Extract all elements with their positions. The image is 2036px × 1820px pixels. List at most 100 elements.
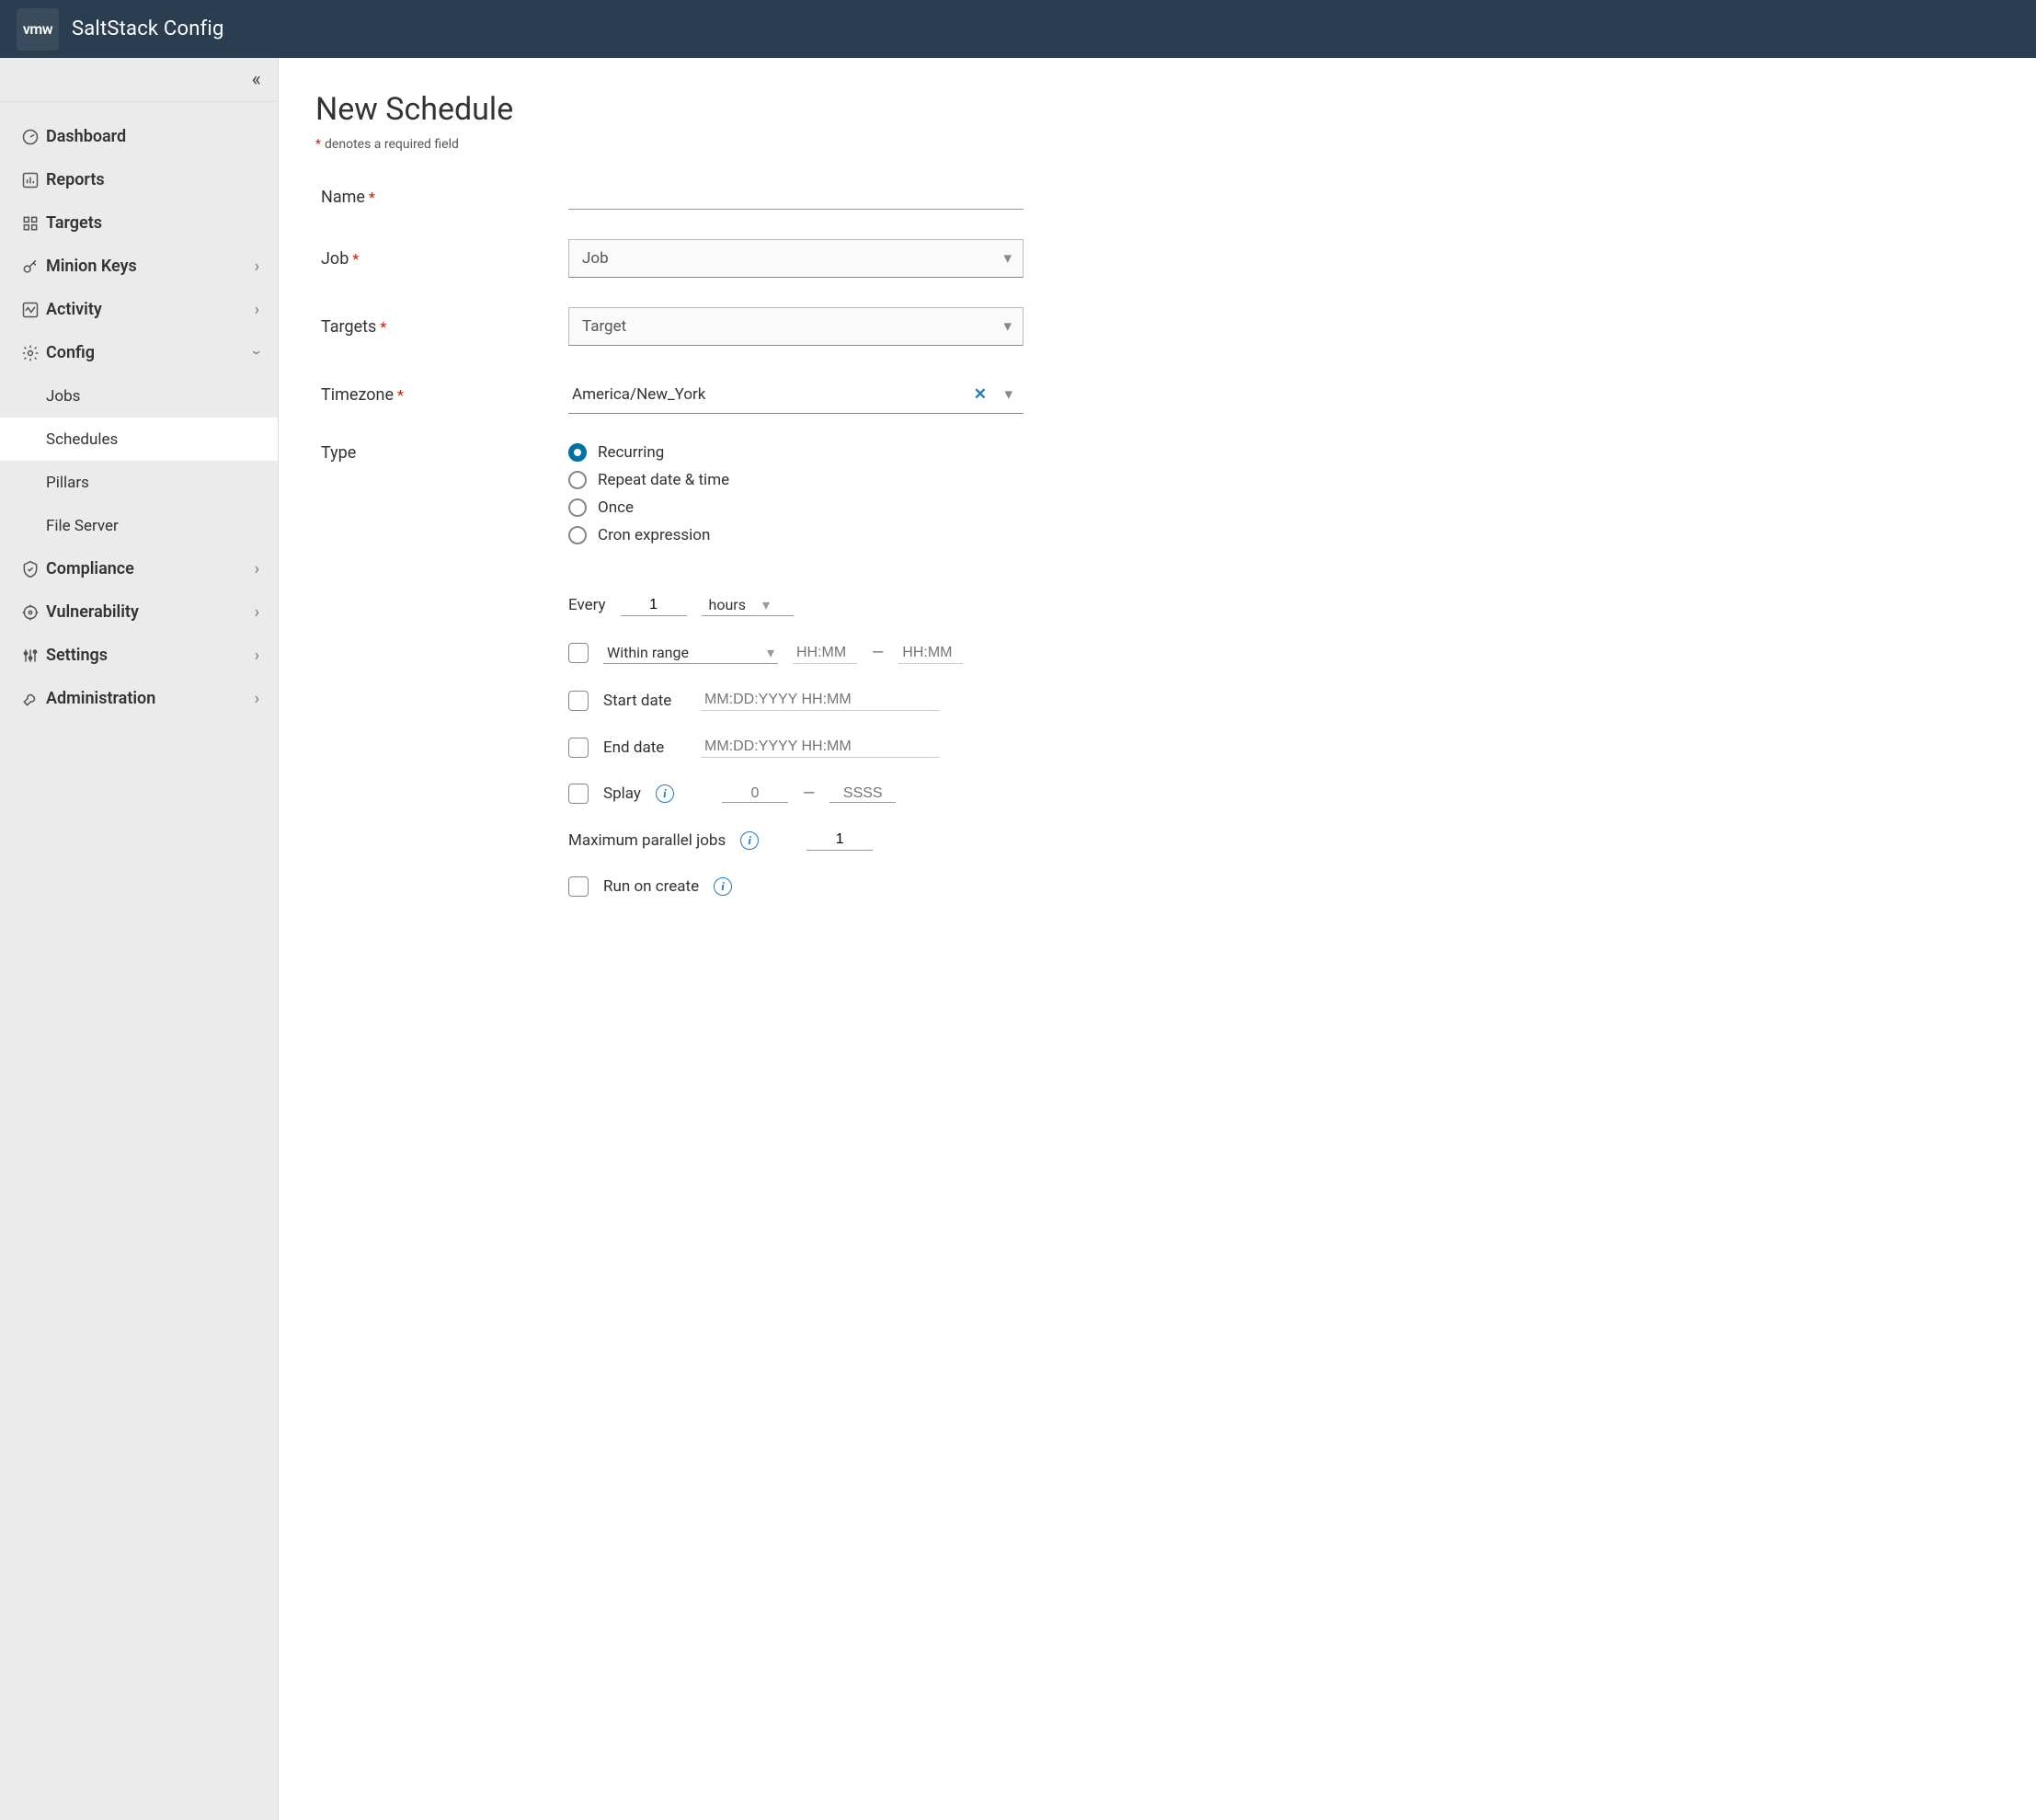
- max-parallel-label: Maximum parallel jobs: [568, 831, 726, 850]
- end-date-label: End date: [603, 738, 686, 757]
- sidebar-item-schedules[interactable]: Schedules: [0, 418, 278, 461]
- range-label: Within range: [607, 644, 689, 661]
- name-input[interactable]: [568, 185, 1024, 210]
- targets-label: Targets*: [315, 317, 568, 337]
- name-label: Name*: [315, 188, 568, 207]
- recurring-settings: Every hours▾ Within range ▾ — Start date: [568, 574, 1047, 897]
- start-date-label: Start date: [603, 692, 686, 710]
- caret-down-icon: ▾: [762, 596, 770, 613]
- activity-icon: [18, 301, 42, 319]
- bar-chart-icon: [18, 171, 42, 189]
- info-icon[interactable]: i: [740, 831, 759, 850]
- start-date-checkbox[interactable]: [568, 691, 589, 711]
- sidebar-item-label: Dashboard: [46, 127, 126, 146]
- radio-icon: [568, 526, 587, 544]
- range-from-input[interactable]: [793, 643, 857, 664]
- sidebar-item-activity[interactable]: Activity ›: [0, 288, 278, 331]
- key-icon: [18, 258, 42, 276]
- sidebar: « Dashboard Reports Targets: [0, 58, 279, 1820]
- target-icon: [18, 603, 42, 622]
- clear-icon[interactable]: ✕: [974, 385, 987, 404]
- splay-checkbox[interactable]: [568, 784, 589, 804]
- radio-label: Repeat date & time: [598, 471, 729, 489]
- sidebar-item-reports[interactable]: Reports: [0, 158, 278, 201]
- required-note: * denotes a required field: [315, 137, 1999, 152]
- radio-icon: [568, 471, 587, 489]
- sidebar-item-label: Reports: [46, 170, 105, 189]
- radio-icon: [568, 498, 587, 517]
- sidebar-item-pillars[interactable]: Pillars: [0, 461, 278, 504]
- asterisk: *: [380, 318, 386, 336]
- end-date-input[interactable]: [701, 737, 940, 758]
- splay-to-input[interactable]: [829, 785, 896, 803]
- type-label: Type: [315, 443, 568, 463]
- sidebar-item-compliance[interactable]: Compliance ›: [0, 547, 278, 590]
- chevron-down-icon: ›: [247, 350, 267, 355]
- select-placeholder: Target: [582, 317, 626, 336]
- sidebar-item-config[interactable]: Config ›: [0, 331, 278, 374]
- splay-label: Splay: [603, 784, 641, 803]
- asterisk: *: [352, 250, 359, 268]
- sidebar-item-label: Targets: [46, 213, 102, 233]
- label-text: Timezone: [321, 385, 394, 405]
- every-label: Every: [568, 596, 606, 614]
- within-range-checkbox[interactable]: [568, 643, 589, 663]
- range-to-input[interactable]: [898, 643, 963, 664]
- sidebar-collapse-bar: «: [0, 58, 278, 102]
- type-radio-group: Recurring Repeat date & time Once Cron e…: [568, 443, 1024, 544]
- every-unit-select[interactable]: hours▾: [702, 594, 794, 616]
- type-option-once[interactable]: Once: [568, 498, 1024, 517]
- app-header: vmw SaltStack Config: [0, 0, 2036, 58]
- info-icon[interactable]: i: [656, 784, 674, 803]
- label-text: Job: [321, 249, 349, 269]
- end-date-checkbox[interactable]: [568, 738, 589, 758]
- radio-label: Recurring: [598, 443, 664, 462]
- chevron-right-icon: ›: [255, 602, 259, 622]
- asterisk: *: [397, 386, 404, 404]
- sidebar-item-dashboard[interactable]: Dashboard: [0, 115, 278, 158]
- max-parallel-input[interactable]: [806, 830, 873, 851]
- start-date-input[interactable]: [701, 690, 940, 711]
- timezone-select[interactable]: America/New_York ✕ ▾: [568, 375, 1024, 414]
- sidebar-item-vulnerability[interactable]: Vulnerability ›: [0, 590, 278, 634]
- sidebar-item-label: Settings: [46, 646, 108, 665]
- page-title: New Schedule: [315, 91, 1999, 128]
- type-option-cron[interactable]: Cron expression: [568, 526, 1024, 544]
- asterisk: *: [315, 137, 321, 152]
- select-placeholder: Job: [582, 249, 609, 268]
- splay-from-input[interactable]: [722, 785, 788, 803]
- sidebar-item-jobs[interactable]: Jobs: [0, 374, 278, 418]
- sidebar-item-label: Administration: [46, 689, 155, 708]
- targets-select[interactable]: Target ▾: [568, 307, 1024, 346]
- timezone-label: Timezone*: [315, 385, 568, 405]
- within-range-select[interactable]: Within range ▾: [603, 642, 778, 664]
- sidebar-item-administration[interactable]: Administration ›: [0, 677, 278, 720]
- sidebar-item-targets[interactable]: Targets: [0, 201, 278, 245]
- chevron-right-icon: ›: [255, 300, 259, 319]
- required-note-text: denotes a required field: [325, 137, 459, 152]
- info-icon[interactable]: i: [714, 877, 732, 896]
- select-value: America/New_York: [572, 385, 705, 404]
- sidebar-item-label: Config: [46, 343, 95, 362]
- caret-down-icon: ▾: [767, 644, 774, 661]
- label-text: Targets: [321, 317, 376, 337]
- shield-icon: [18, 560, 42, 578]
- every-value-input[interactable]: [621, 595, 687, 616]
- type-option-repeat[interactable]: Repeat date & time: [568, 471, 1024, 489]
- sidebar-item-label: Activity: [46, 300, 102, 319]
- chevron-right-icon: ›: [255, 257, 259, 276]
- nav: Dashboard Reports Targets Minion Keys: [0, 102, 278, 720]
- sidebar-item-label: Compliance: [46, 559, 134, 578]
- sidebar-item-file-server[interactable]: File Server: [0, 504, 278, 547]
- sidebar-item-minion-keys[interactable]: Minion Keys ›: [0, 245, 278, 288]
- sidebar-item-settings[interactable]: Settings ›: [0, 634, 278, 677]
- run-on-create-checkbox[interactable]: [568, 876, 589, 897]
- job-label: Job*: [315, 249, 568, 269]
- radio-label: Once: [598, 498, 634, 517]
- job-select[interactable]: Job ▾: [568, 239, 1024, 278]
- asterisk: *: [369, 189, 375, 206]
- app-title: SaltStack Config: [72, 17, 224, 40]
- type-option-recurring[interactable]: Recurring: [568, 443, 1024, 462]
- collapse-icon[interactable]: «: [252, 68, 261, 91]
- vmw-logo: vmw: [17, 8, 59, 51]
